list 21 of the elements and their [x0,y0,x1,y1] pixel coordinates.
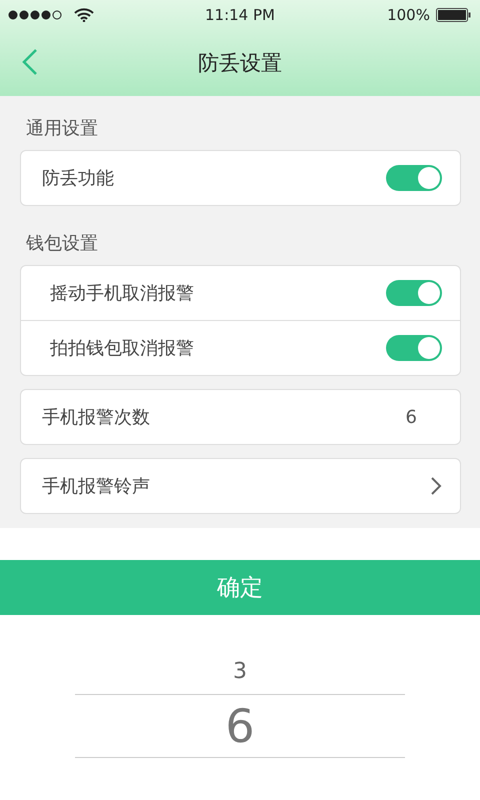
setting-label: 手机报警铃声 [42,475,150,498]
section-label: 通用设置 [25,117,99,141]
page-title: 防丢设置 [198,50,282,77]
toggle-switch[interactable] [386,165,442,191]
setting-label: 防丢功能 [42,167,114,190]
battery-percent: 100% [387,6,430,24]
picker-option[interactable]: 6 [225,695,255,757]
battery-icon [436,8,472,22]
setting-label: 摇动手机取消报警 [50,282,194,305]
toggle-switch[interactable] [386,280,442,306]
toggle-switch[interactable] [386,335,442,361]
back-icon[interactable] [22,48,38,76]
setting-value: 6 [406,406,417,428]
picker-option[interactable]: 3 [233,655,247,694]
setting-label: 手机报警次数 [42,406,150,429]
status-time: 11:14 PM [205,6,275,24]
section-label: 钱包设置 [25,232,99,256]
confirm-button[interactable]: 确定 [0,560,480,615]
chevron-right-icon[interactable] [430,476,442,496]
wifi-icon [74,8,94,22]
setting-label: 拍拍钱包取消报警 [50,337,194,360]
